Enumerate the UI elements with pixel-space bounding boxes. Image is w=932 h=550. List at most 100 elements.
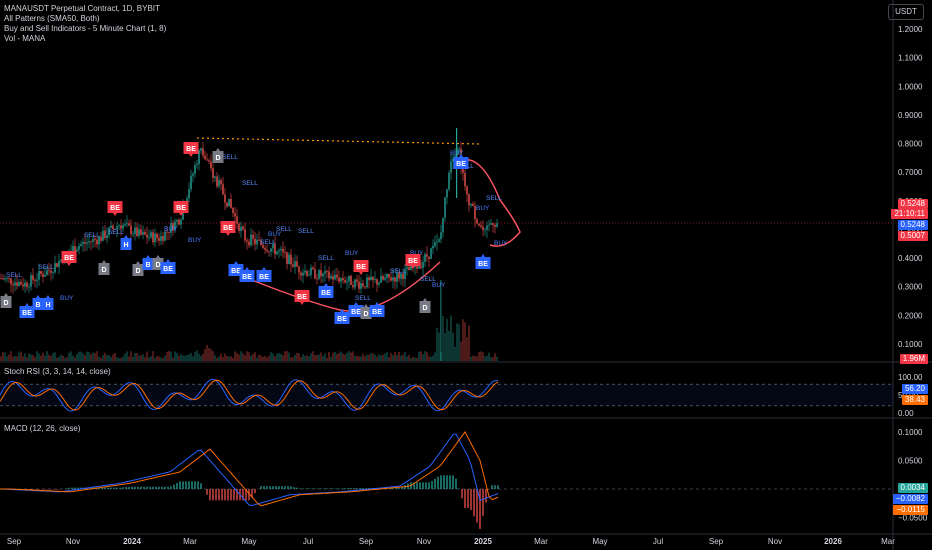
volume-bar [348, 351, 350, 361]
candle-body [282, 248, 284, 253]
volume-bar [368, 354, 370, 361]
signal-label-sell: SELL [108, 229, 124, 236]
macd-histogram-bar [461, 489, 463, 499]
candle-body [326, 271, 328, 272]
candle-body [452, 158, 454, 162]
candle-body [382, 276, 384, 280]
candle-body [194, 165, 196, 174]
pattern-marker-be: BE [61, 251, 77, 266]
candle-body [352, 284, 354, 288]
macd-histogram-bar [299, 488, 301, 489]
volume-bar [134, 353, 136, 361]
chart-canvas[interactable]: 1.20001.10001.00000.90000.80000.70000.60… [0, 0, 932, 550]
pattern-marker-be: BE [405, 254, 421, 269]
macd-histogram-bar [338, 488, 340, 489]
macd-histogram-bar [425, 482, 427, 489]
legend-symbol[interactable]: MANAUSDT Perpetual Contract, 1D, BYBIT [4, 4, 166, 14]
volume-bar [26, 357, 28, 361]
volume-bar [366, 354, 368, 361]
macd-histogram-bar [449, 475, 451, 489]
volume-bar [314, 355, 316, 361]
currency-button[interactable]: USDT [888, 4, 924, 20]
volume-bar [118, 357, 120, 361]
pattern-marker-d: D [419, 298, 431, 313]
volume-bar [50, 356, 52, 361]
macd-histogram-bar [182, 481, 184, 489]
candle-body [188, 189, 190, 199]
macd-histogram-bar [452, 475, 454, 489]
close-price-tag: 0.5248 [897, 220, 928, 230]
candle-body [372, 276, 374, 281]
candle-body [464, 172, 466, 187]
volume-bar [472, 355, 474, 361]
volume-bar [374, 354, 376, 361]
volume-bar [450, 315, 452, 361]
candle-body [156, 233, 158, 239]
candle-body [478, 223, 480, 226]
marker-label: BE [297, 294, 307, 301]
volume-bar [484, 356, 486, 361]
price-axis-tick: 1.1000 [898, 54, 923, 63]
marker-label: D [3, 300, 8, 307]
candle-body [14, 282, 16, 286]
pattern-marker-be: BE [220, 221, 236, 236]
macd-histogram-bar [176, 482, 178, 489]
macd-histogram-bar [317, 488, 319, 489]
candle-body [222, 184, 224, 195]
volume-bar [8, 354, 10, 361]
volume-bar [14, 356, 16, 361]
legend-volume-indicator[interactable]: Vol - MANA [4, 34, 166, 44]
volume-bar [266, 357, 268, 361]
volume-bar [132, 356, 134, 361]
pattern-marker-be: BE [256, 267, 272, 282]
volume-bar [44, 355, 46, 361]
candle-body [162, 236, 164, 241]
volume-bar [490, 357, 492, 361]
macd-histogram-bar [467, 489, 469, 508]
volume-bar [250, 355, 252, 361]
candle-body [78, 245, 80, 250]
candle-body [446, 189, 448, 198]
candle-body [228, 198, 230, 207]
candle-body [496, 223, 498, 227]
candle-body [226, 202, 228, 207]
candle-body [442, 217, 444, 233]
volume-bar [312, 351, 314, 361]
candle-body [96, 239, 98, 245]
marker-label: BE [321, 290, 331, 297]
signal-label-buy: BUY [476, 205, 490, 212]
volume-bar [192, 356, 194, 361]
volume-bar [282, 355, 284, 361]
macd-histogram-bar [476, 489, 478, 523]
volume-bar [152, 351, 154, 361]
volume-bar [488, 352, 490, 361]
legend-patterns-indicator[interactable]: All Patterns (SMA50, Both) [4, 14, 166, 24]
candle-body [494, 224, 496, 227]
volume-bar [284, 351, 286, 361]
time-axis-label: Mar [534, 537, 548, 546]
candle-body [426, 254, 428, 257]
price-axis-tick: 0.4000 [898, 254, 923, 263]
candle-body [38, 270, 40, 280]
bar-countdown-tag: 21:10:11 [891, 209, 928, 219]
candle-body [314, 268, 316, 279]
signal-label-sell: SELL [84, 232, 100, 239]
macd-histogram-bar [332, 488, 334, 489]
volume-bar [32, 354, 34, 361]
candle-body [278, 250, 280, 252]
legend-buy-sell-indicator[interactable]: Buy and Sell Indicators - 5 Minute Chart… [4, 24, 166, 34]
price-axis-tick: 0.2000 [898, 311, 923, 320]
volume-bar [264, 355, 266, 361]
macd-histogram-bar [395, 488, 397, 489]
macd-histogram-bar [200, 483, 202, 489]
macd-histogram-bar [473, 489, 475, 517]
macd-histogram-bar [104, 487, 106, 489]
macd-histogram-bar [341, 488, 343, 489]
candle-body [336, 274, 338, 278]
volume-bar [258, 354, 260, 361]
volume-bar [2, 351, 4, 361]
macd-title[interactable]: MACD (12, 26, close) [4, 424, 80, 433]
stoch-rsi-title[interactable]: Stoch RSI (3, 3, 14, 14, close) [4, 367, 111, 376]
volume-bar [294, 354, 296, 361]
candle-body [136, 227, 138, 237]
